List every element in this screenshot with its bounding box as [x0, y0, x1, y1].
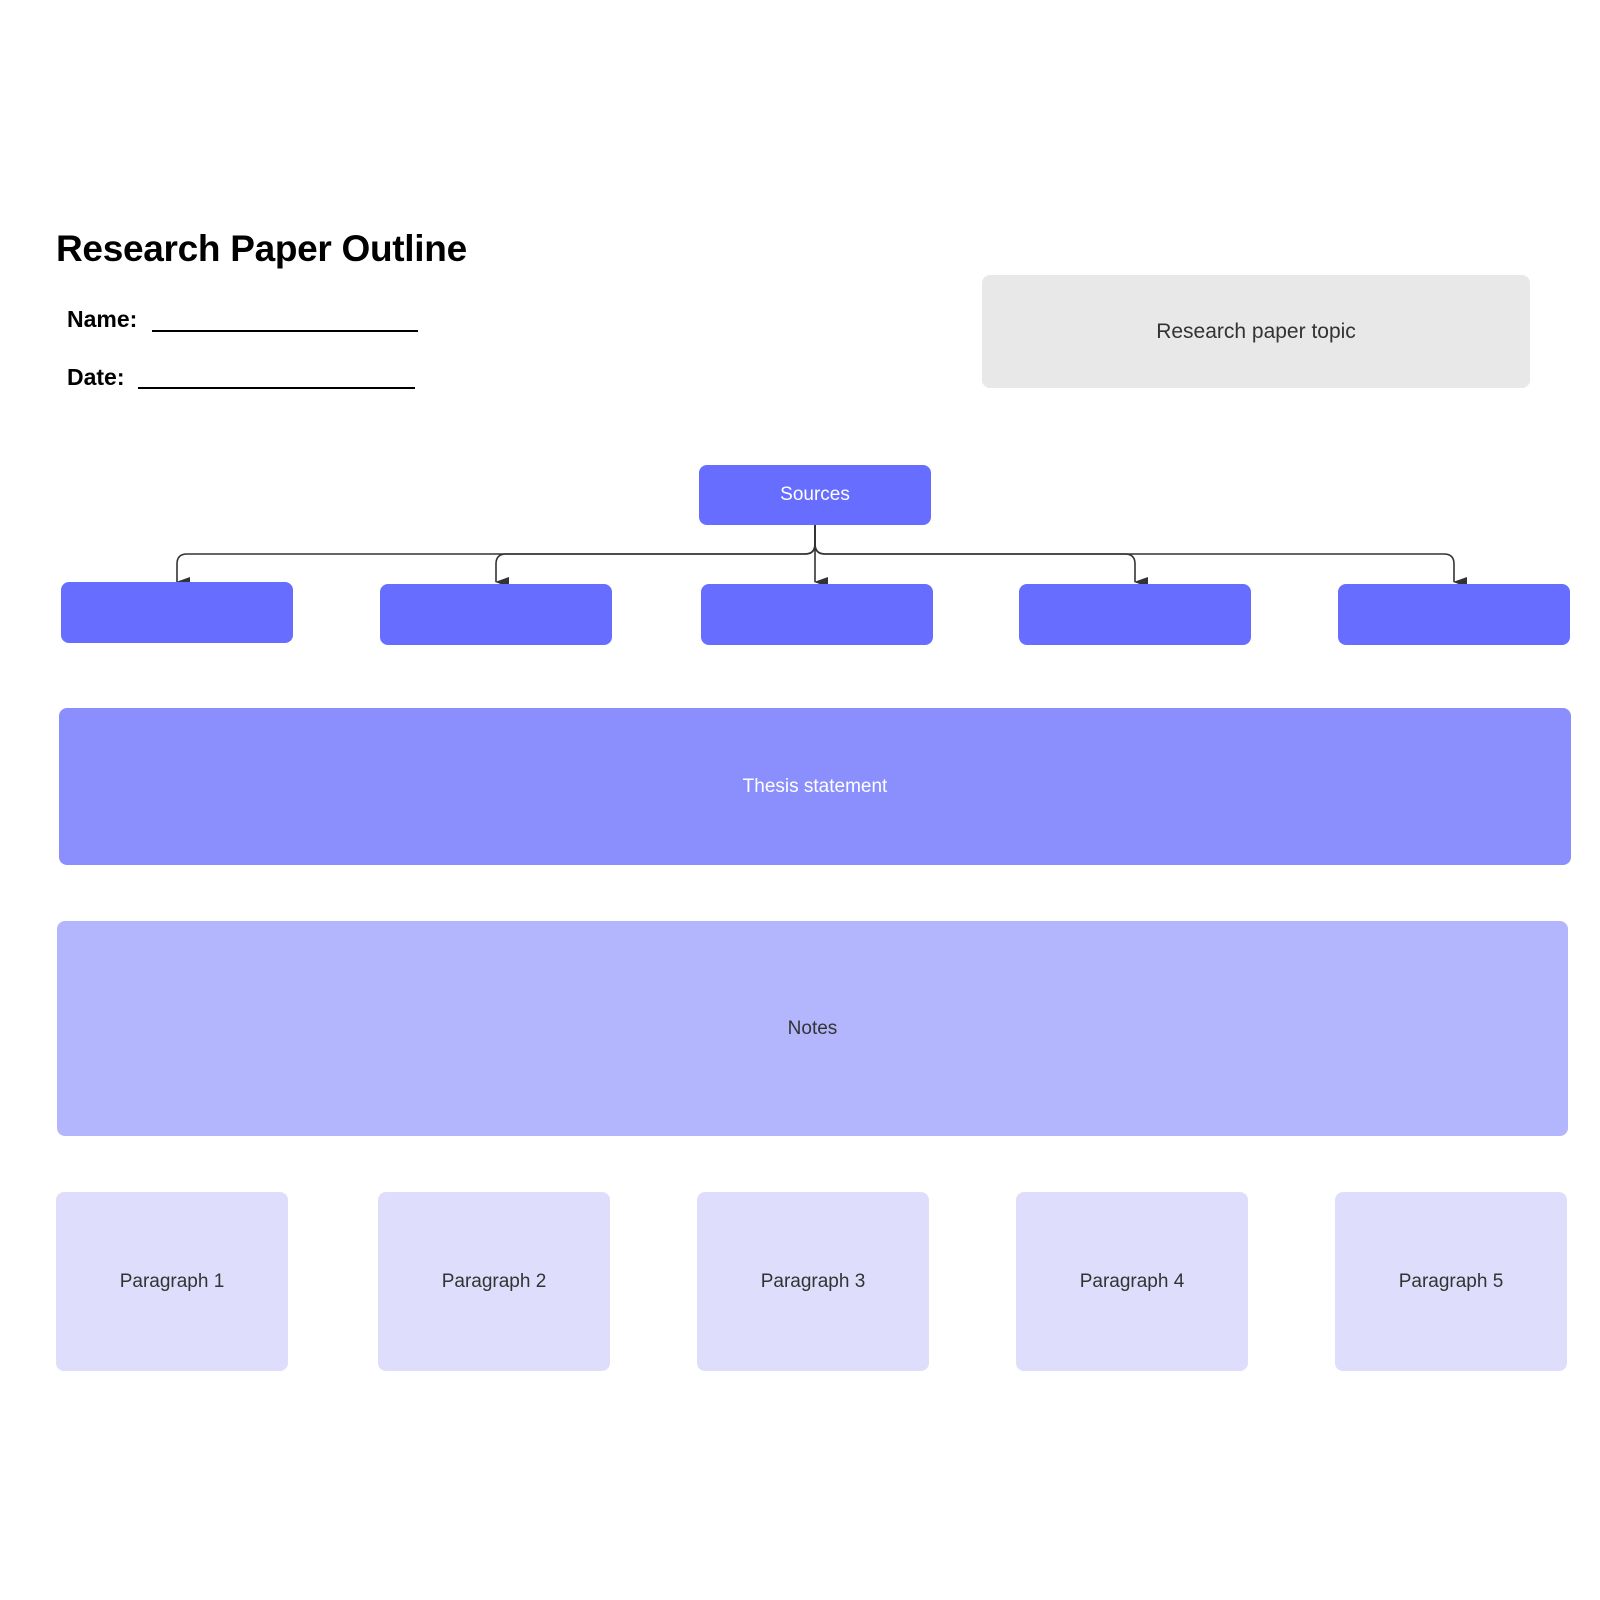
paragraph-label: Paragraph 3: [760, 1270, 866, 1292]
sources-label: Sources: [780, 484, 850, 505]
paragraph-box-1[interactable]: Paragraph 1: [56, 1192, 288, 1371]
source-box-4[interactable]: [1019, 584, 1251, 645]
paragraph-label: Paragraph 2: [441, 1270, 547, 1292]
paragraph-label: Paragraph 1: [119, 1270, 225, 1292]
source-box-5[interactable]: [1338, 584, 1570, 645]
notes-box[interactable]: Notes: [57, 921, 1568, 1136]
connector-arrow-4: [814, 525, 1148, 587]
sources-box[interactable]: Sources: [699, 465, 931, 525]
paragraph-box-4[interactable]: Paragraph 4: [1016, 1192, 1248, 1371]
source-box-2[interactable]: [380, 584, 612, 645]
name-field[interactable]: [152, 330, 418, 332]
notes-label: Notes: [787, 1017, 838, 1039]
name-label: Name:: [67, 306, 138, 332]
topic-box[interactable]: Research paper topic: [982, 275, 1530, 388]
connector-arrow-1: [176, 525, 816, 587]
connector-arrow-2: [495, 525, 816, 587]
thesis-box[interactable]: Thesis statement: [59, 708, 1571, 865]
connector-arrow-5: [814, 525, 1467, 587]
date-field[interactable]: [138, 387, 415, 389]
paragraph-box-3[interactable]: Paragraph 3: [697, 1192, 929, 1371]
thesis-label: Thesis statement: [742, 775, 888, 797]
paragraph-label: Paragraph 5: [1398, 1270, 1504, 1292]
paragraph-label: Paragraph 4: [1079, 1270, 1185, 1292]
source-box-3[interactable]: [701, 584, 933, 645]
date-label: Date:: [67, 364, 125, 390]
topic-label: Research paper topic: [1156, 319, 1356, 343]
page-title: Research Paper Outline: [56, 228, 467, 269]
paragraph-box-2[interactable]: Paragraph 2: [378, 1192, 610, 1371]
paragraph-box-5[interactable]: Paragraph 5: [1335, 1192, 1567, 1371]
source-box-1[interactable]: [61, 582, 293, 643]
